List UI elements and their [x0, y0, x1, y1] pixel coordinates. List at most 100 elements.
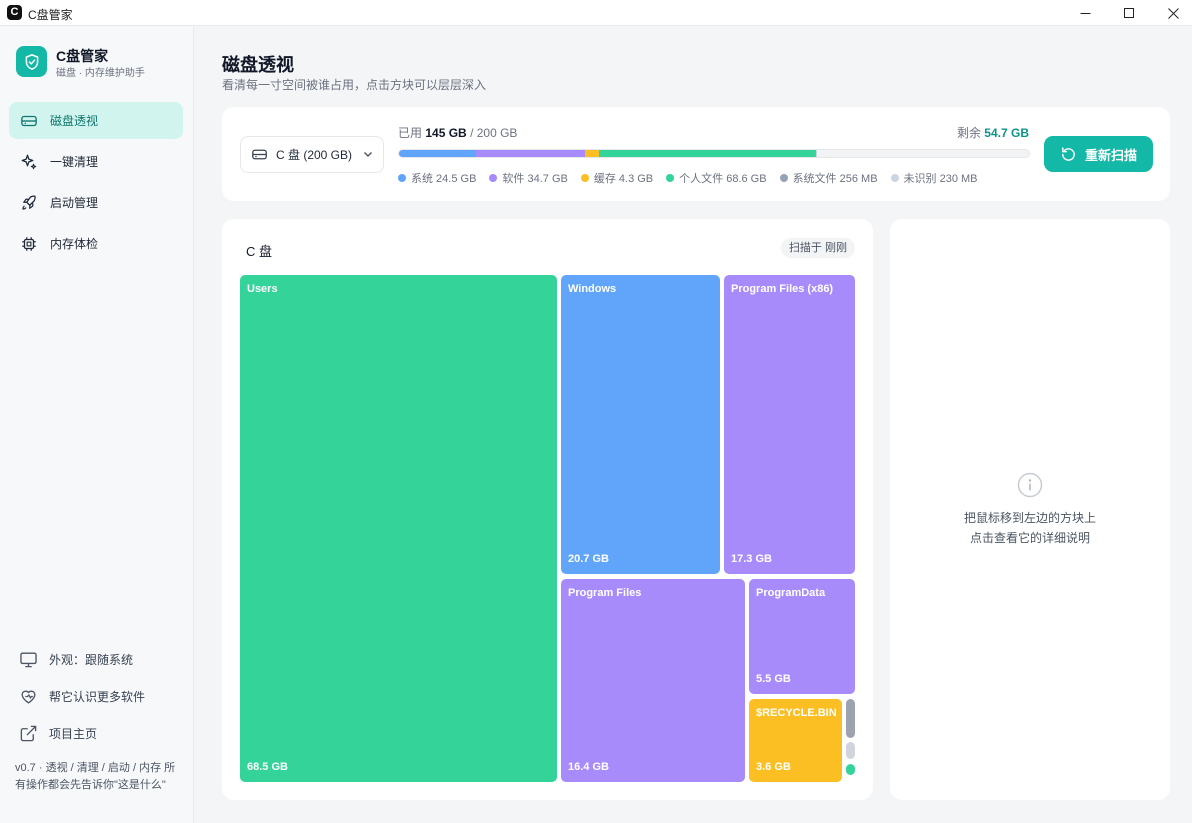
detail-placeholder: 把鼠标移到左边的方块上 点击查看它的详细说明 [890, 508, 1170, 548]
legend-item: 系统文件 256 MB [779, 170, 878, 186]
external-link-icon [20, 725, 37, 742]
appearance-setting[interactable]: 外观：跟随系统 [19, 650, 133, 669]
chevron-down-icon [364, 152, 372, 157]
remaining-summary: 剩余 54.7 GB [957, 124, 1029, 141]
legend-label: 软件 34.7 GB [502, 173, 568, 185]
usage-legend: 系统 24.5 GB 软件 34.7 GB 缓存 4.3 GB 个人文件 68.6 G… [398, 170, 991, 186]
legend-label: 缓存 4.3 GB [593, 173, 654, 185]
legend-dot [580, 174, 589, 182]
tile-size: 68.5 GB [247, 761, 288, 773]
used-summary: 已用 145 GB / 200 GB [398, 124, 517, 141]
maximize-icon [1123, 7, 1134, 18]
used-label: 已用 [398, 126, 423, 140]
homepage-label: 项目主页 [49, 727, 98, 741]
legend-item: 个人文件 68.6 GB [666, 170, 767, 186]
homepage-link[interactable]: 项目主页 [19, 724, 97, 743]
usage-segment [815, 150, 817, 157]
legend-item: 缓存 4.3 GB [580, 170, 654, 186]
legend-item: 软件 34.7 GB [489, 170, 568, 186]
shield-check-icon [25, 53, 38, 70]
title-bar: C C盘管家 [0, 0, 1192, 26]
tile-name: Windows [568, 283, 617, 295]
treemap-tile-windows[interactable]: Windows 20.7 GB [561, 275, 720, 574]
legend-dot [890, 174, 899, 182]
tile-name: ProgramData [756, 587, 826, 599]
page-subtitle: 看清每一寸空间被谁占用，点击方块可以层层深入 [222, 78, 487, 92]
legend-item: 系统 24.5 GB [398, 170, 476, 186]
sparkle-icon [21, 154, 37, 169]
nav-item-memory[interactable]: 内存体检 [9, 225, 183, 262]
nav-label: 内存体检 [50, 237, 99, 251]
minimize-icon [1080, 12, 1090, 14]
info-icon [1017, 472, 1043, 498]
drive-usage-card: C 盘 (200 GB) 已用 145 GB / 200 GB 剩余 54.7 … [222, 107, 1170, 201]
version-info: v0.7 · 透视 / 清理 / 启动 / 内存 所有操作都会先告诉你"这是什么… [15, 762, 176, 791]
maximize-button[interactable] [1106, 0, 1152, 26]
nav-item-startup[interactable]: 启动管理 [9, 184, 183, 221]
tile-name: $RECYCLE.BIN [756, 707, 837, 719]
remain-label: 剩余 [956, 126, 981, 140]
used-value: 145 GB [425, 126, 467, 140]
close-icon [1167, 7, 1179, 19]
tile-size: 17.3 GB [731, 553, 772, 565]
detail-hint-line1: 把鼠标移到左边的方块上 [963, 511, 1096, 525]
treemap-tile-recycle-bin[interactable]: $RECYCLE.BIN 3.6 GB [749, 699, 842, 782]
disk-icon [21, 115, 37, 126]
remain-value: 54.7 GB [984, 126, 1029, 140]
rocket-icon [22, 195, 36, 210]
scan-status-badge: 扫描于 刚刚 [780, 238, 855, 258]
window-title: C盘管家 [28, 8, 73, 22]
minimize-button[interactable] [1062, 0, 1108, 26]
help-label: 帮它认识更多软件 [49, 690, 146, 704]
legend-dot [489, 174, 498, 182]
drive-select[interactable]: C 盘 (200 GB) [240, 136, 384, 173]
rescan-button[interactable]: 重新扫描 [1044, 136, 1153, 172]
nav-label: 启动管理 [50, 196, 99, 210]
treemap-tile-small[interactable] [846, 699, 855, 738]
help-identify-link[interactable]: 帮它认识更多软件 [19, 687, 145, 706]
usage-segment [585, 150, 599, 157]
appearance-label: 外观：跟随系统 [49, 653, 134, 667]
treemap-tile-users[interactable]: Users 68.5 GB [240, 275, 557, 782]
tile-size: 3.6 GB [756, 761, 791, 773]
usage-segment [399, 150, 477, 157]
brand-subtitle: 磁盘 · 内存维护助手 [56, 68, 145, 79]
tile-size: 20.7 GB [568, 553, 609, 565]
treemap-tile-program-files-x86[interactable]: Program Files (x86) 17.3 GB [724, 275, 855, 574]
nav-label: 磁盘透视 [50, 114, 99, 128]
usage-bar [398, 149, 1030, 158]
legend-label: 系统 24.5 GB [411, 173, 477, 185]
brand-name: C盘管家 [56, 48, 109, 64]
nav-item-clean[interactable]: 一键清理 [9, 143, 183, 180]
page-title: 磁盘透视 [222, 55, 294, 75]
rescan-label: 重新扫描 [1084, 147, 1137, 163]
nav-item-disk-view[interactable]: 磁盘透视 [9, 102, 183, 139]
legend-dot [779, 174, 788, 182]
nav-label: 一键清理 [50, 155, 99, 169]
treemap-tile-small[interactable] [846, 764, 855, 775]
app-icon: C [7, 5, 22, 20]
sidebar: C盘管家 磁盘 · 内存维护助手 磁盘透视 一键清理 启动管理 内存体检 外观：… [0, 27, 194, 823]
legend-label: 个人文件 68.6 GB [679, 173, 767, 185]
brand-logo [16, 46, 47, 77]
treemap-title: C 盘 [246, 244, 273, 259]
monitor-icon [20, 652, 37, 668]
treemap-tile-program-files[interactable]: Program Files 16.4 GB [561, 579, 745, 782]
usage-segment [599, 150, 816, 157]
usage-segment [476, 150, 586, 157]
detail-hint-line2: 点击查看它的详细说明 [969, 531, 1090, 545]
heart-hands-icon [21, 690, 36, 704]
close-button[interactable] [1150, 0, 1192, 26]
tile-name: Program Files [568, 587, 642, 599]
legend-dot [666, 174, 675, 182]
disk-icon [252, 149, 267, 160]
chip-icon [22, 236, 36, 251]
legend-label: 未识别 230 MB [903, 173, 978, 185]
tile-size: 5.5 GB [756, 673, 791, 685]
tile-name: Users [247, 283, 278, 295]
legend-label: 系统文件 256 MB [792, 173, 878, 185]
treemap-tile-programdata[interactable]: ProgramData 5.5 GB [749, 579, 855, 694]
legend-dot [398, 174, 406, 182]
treemap-tile-small[interactable] [846, 742, 855, 759]
treemap-card: C 盘 扫描于 刚刚 Users 68.5 GB Windows 20.7 GB… [222, 219, 873, 800]
